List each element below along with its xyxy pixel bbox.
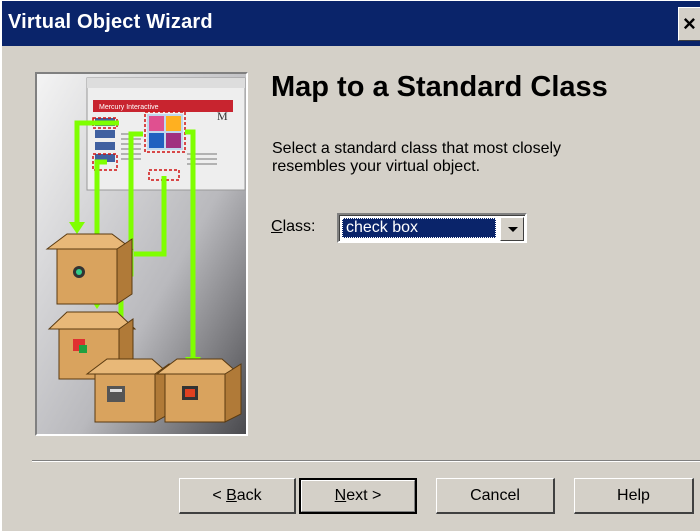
- back-button[interactable]: < Back: [179, 478, 296, 514]
- help-button[interactable]: Help: [574, 478, 694, 514]
- wizard-window: Virtual Object Wizard × Mercury Interact…: [0, 0, 700, 531]
- wizard-illustration: Mercury Interactive M: [35, 72, 248, 436]
- banner-text: Mercury Interactive: [99, 104, 159, 111]
- back-button-label: ack: [236, 487, 262, 504]
- title-bar[interactable]: Virtual Object Wizard ×: [2, 1, 700, 46]
- class-label-text: lass:: [282, 218, 316, 235]
- class-select-value[interactable]: check box: [342, 218, 496, 238]
- window-title: Virtual Object Wizard: [8, 11, 213, 33]
- close-button[interactable]: ×: [678, 7, 700, 41]
- class-mapping-illustration-icon: Mercury Interactive M: [37, 74, 246, 434]
- footer-divider: [32, 460, 700, 462]
- class-label-accesskey: C: [271, 218, 283, 235]
- back-button-accesskey: B: [226, 487, 237, 504]
- page-title: Map to a Standard Class: [271, 71, 608, 103]
- class-label: Class:: [271, 218, 315, 236]
- page-description: Select a standard class that most closel…: [272, 140, 562, 175]
- cancel-button[interactable]: Cancel: [436, 478, 555, 514]
- next-button-label: ext >: [346, 487, 382, 504]
- next-button[interactable]: Next >: [299, 478, 417, 514]
- next-button-accesskey: N: [334, 487, 347, 504]
- close-icon: ×: [683, 11, 696, 36]
- chevron-down-icon[interactable]: [500, 217, 524, 241]
- logo-text: M: [217, 109, 228, 123]
- back-button-prefix: <: [212, 487, 227, 504]
- class-select[interactable]: check box: [337, 213, 527, 243]
